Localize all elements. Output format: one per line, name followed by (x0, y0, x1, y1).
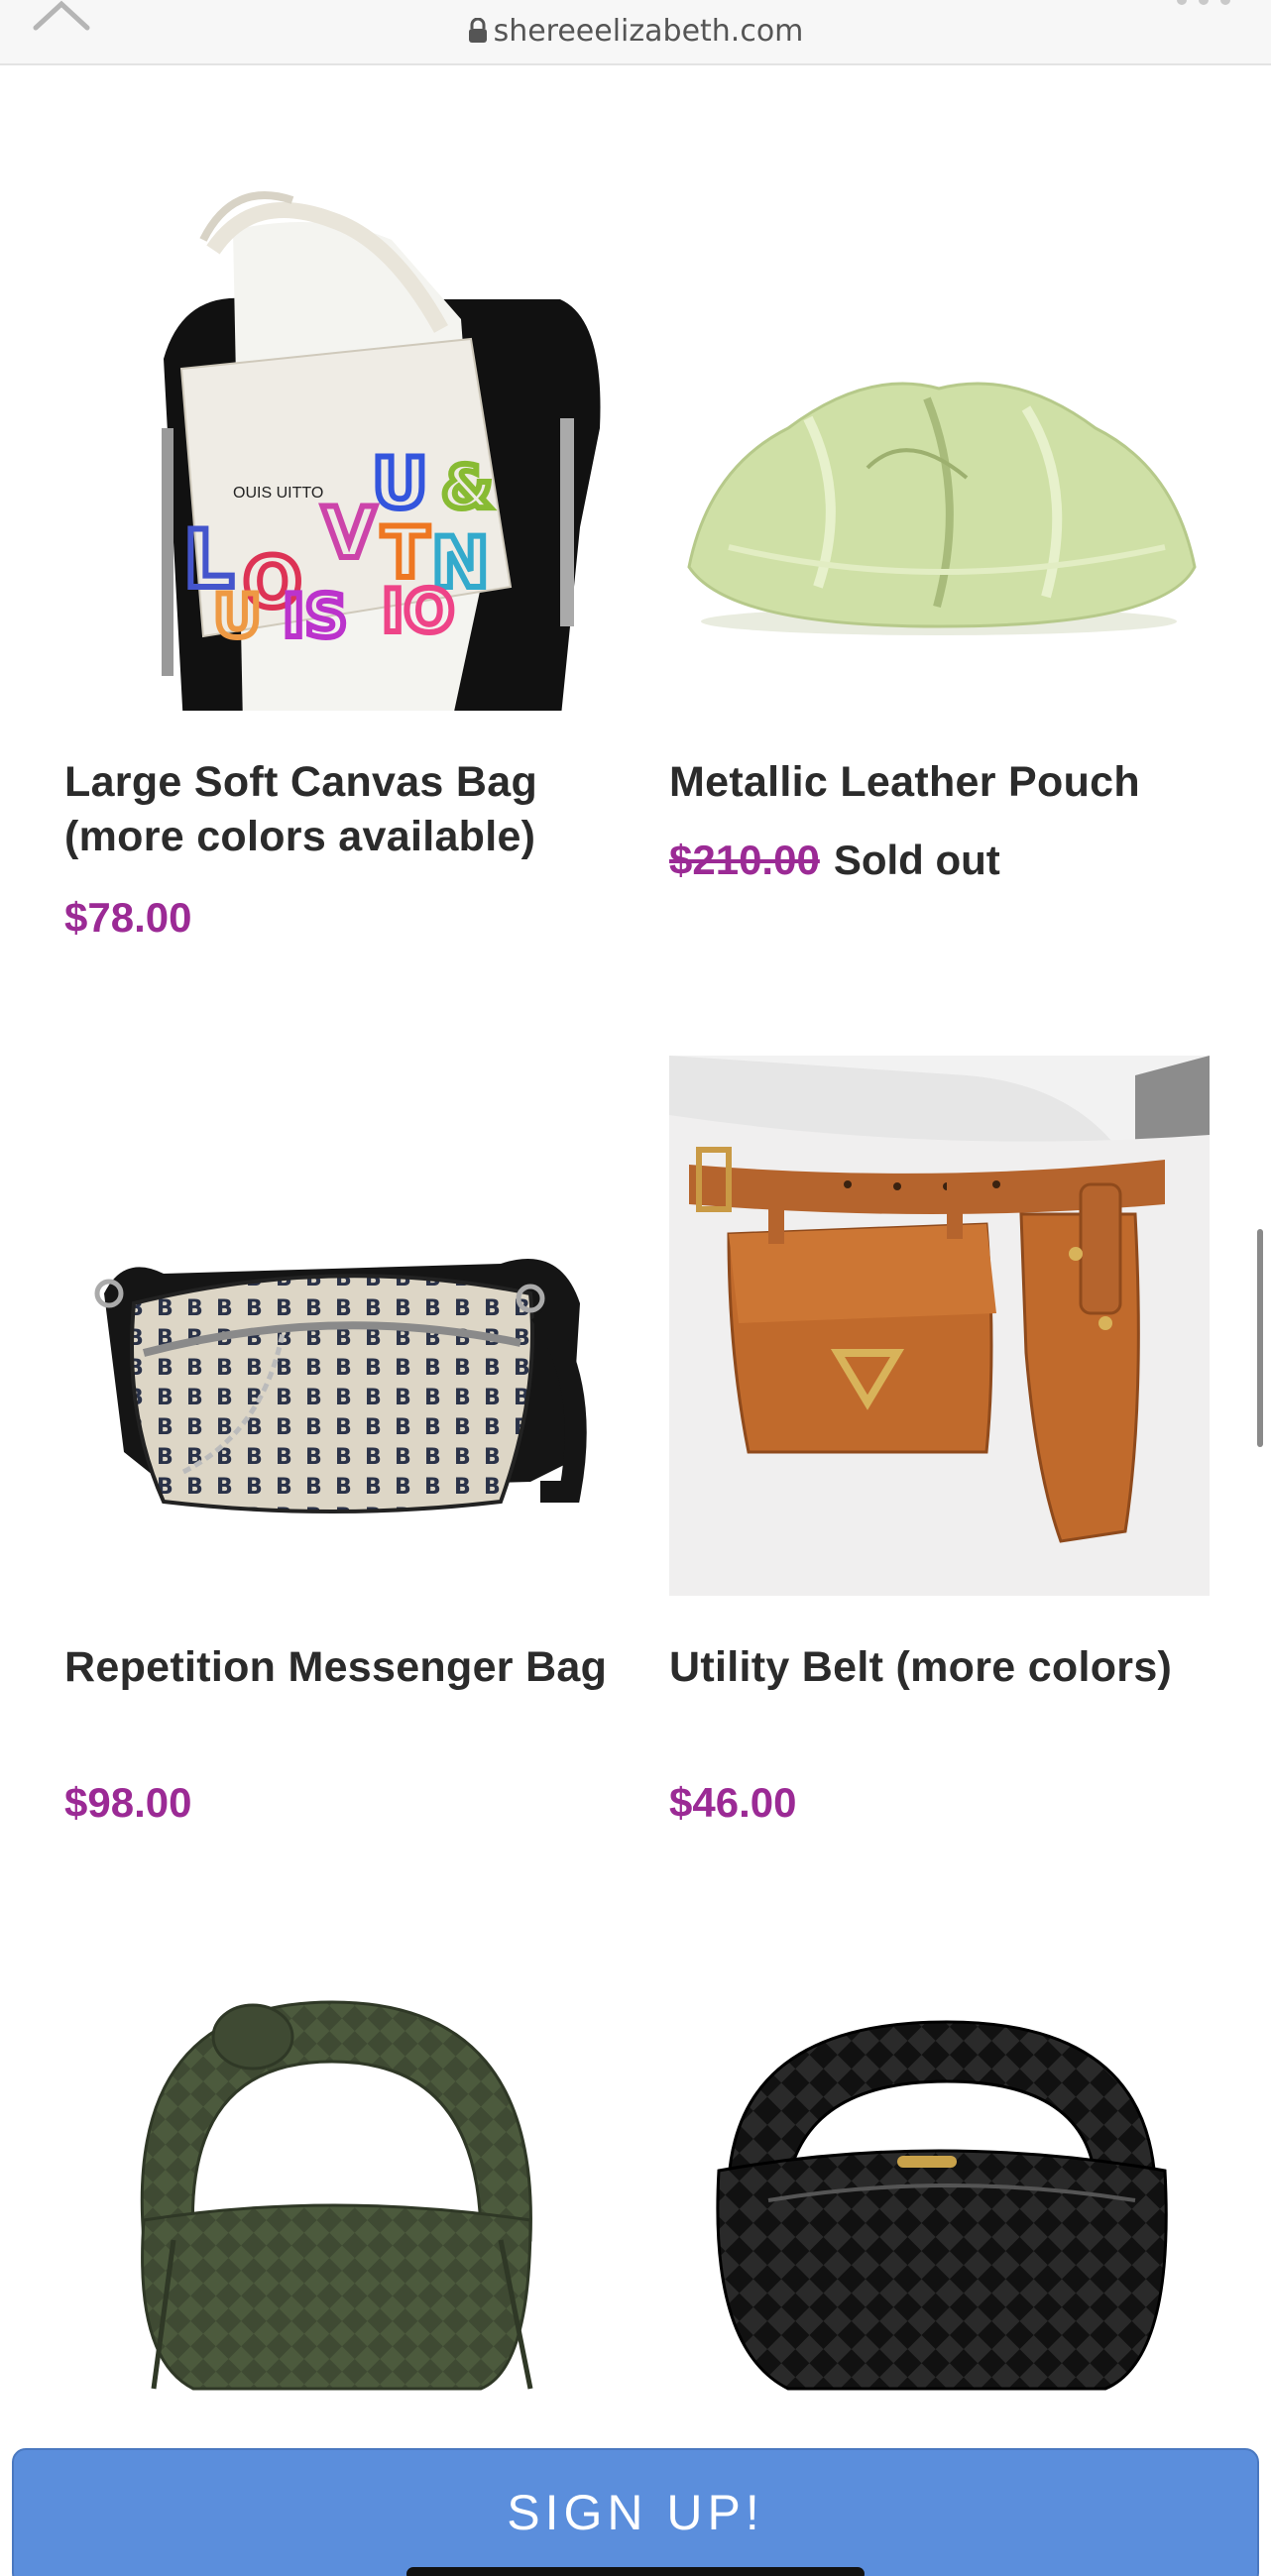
more-icon[interactable] (1174, 0, 1233, 8)
product-image-woven-bag-green[interactable] (64, 1943, 605, 2483)
svg-text:IS: IS (283, 582, 348, 651)
product-image-utility-belt[interactable] (669, 1056, 1210, 1596)
product-name[interactable]: Repetition Messenger Bag (64, 1640, 620, 1695)
url-display[interactable]: shereeelizabeth.com (0, 14, 1271, 49)
product-price: $46.00 (669, 1779, 797, 1826)
product-image-woven-bag-black[interactable] (669, 1943, 1210, 2483)
svg-text:V: V (322, 493, 376, 574)
svg-text:OUIS UITTO: OUIS UITTO (233, 485, 323, 502)
product-image-canvas-bag[interactable]: OUIS UITTO L O V U & T N U IS IO (64, 170, 605, 711)
svg-text:U: U (213, 582, 262, 651)
compare-at-price: $210.00 (669, 837, 820, 883)
product-name[interactable]: Large Soft Canvas Bag (more colors avail… (64, 755, 620, 864)
product-image-messenger-bag[interactable]: B (64, 1056, 605, 1596)
browser-address-bar: shereeelizabeth.com (0, 0, 1271, 65)
product-image-metallic-pouch[interactable] (669, 170, 1210, 711)
scrollbar-indicator[interactable] (1257, 1229, 1263, 1447)
url-text: shereeelizabeth.com (493, 14, 804, 49)
product-price: $98.00 (64, 1779, 192, 1826)
home-indicator[interactable] (406, 2567, 865, 2576)
product-price: $78.00 (64, 894, 192, 941)
sold-out-badge: Sold out (833, 837, 1000, 883)
product-name[interactable]: Metallic Leather Pouch (669, 755, 1224, 810)
product-price-row: $210.00 Sold out (669, 837, 1000, 884)
svg-text:&: & (441, 453, 493, 522)
lock-icon (468, 18, 487, 43)
sign-up-button[interactable]: SIGN UP! (12, 2448, 1259, 2576)
svg-text:IO: IO (382, 577, 454, 646)
product-name[interactable]: Utility Belt (more colors) (669, 1640, 1224, 1695)
